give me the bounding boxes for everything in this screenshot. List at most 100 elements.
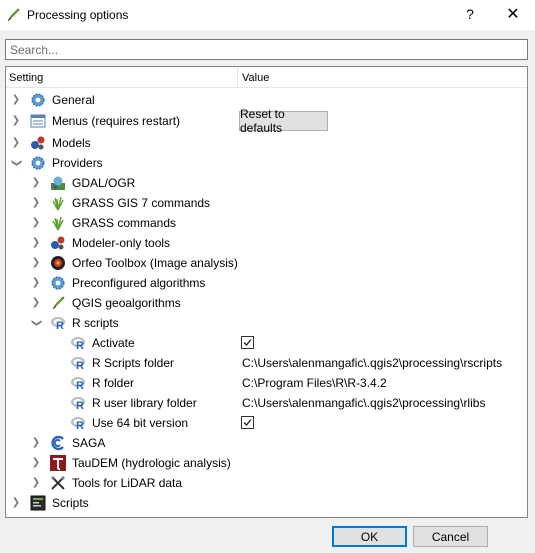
tree-item-preconfigured[interactable]: ❯ Preconfigured algorithms (6, 273, 527, 293)
svg-text:R: R (76, 380, 84, 391)
setting-use-64-bit[interactable]: R Use 64 bit version (6, 413, 527, 433)
qgis-icon (52, 296, 65, 310)
activate-checkbox[interactable] (241, 336, 254, 349)
r-icon: R (51, 317, 65, 331)
setting-activate[interactable]: R Activate (6, 333, 527, 353)
setting-label: R Scripts folder (92, 356, 175, 370)
chevron-right-icon[interactable]: ❯ (31, 457, 41, 469)
search-input[interactable] (5, 39, 528, 60)
setting-r-scripts-folder[interactable]: R R Scripts folder C:\Users\alenmangafic… (6, 353, 527, 373)
gear-icon (31, 156, 45, 170)
tree-item-label: Modeler-only tools (72, 236, 171, 250)
cancel-button[interactable]: Cancel (413, 526, 488, 547)
tree-item-label: GRASS commands (72, 216, 177, 230)
setting-r-folder[interactable]: R R folder C:\Program Files\R\R-3.4.2 (6, 373, 527, 393)
r-icon: R (71, 417, 85, 431)
tree-item-taudem[interactable]: ❯ TauDEM (hydrologic analysis) (6, 453, 527, 473)
setting-label: R folder (92, 376, 135, 390)
chevron-right-icon[interactable]: ❯ (31, 437, 41, 449)
r-icon: R (71, 377, 85, 391)
chevron-right-icon[interactable]: ❯ (31, 257, 41, 269)
grass-icon (52, 196, 64, 211)
models-icon (51, 236, 65, 250)
window-title: Processing options (27, 8, 129, 22)
svg-text:R: R (76, 400, 84, 411)
chevron-right-icon[interactable]: ❯ (31, 197, 41, 209)
tree-item-grass7[interactable]: ❯ GRASS GIS 7 commands (6, 193, 527, 213)
tree-item-grass[interactable]: ❯ GRASS commands (6, 213, 527, 233)
tree-item-label: Models (52, 136, 91, 150)
tree-item-qgis[interactable]: ❯ QGIS geoalgorithms (6, 293, 527, 313)
tree-item-label: General (52, 93, 95, 107)
tree-item-label: GRASS GIS 7 commands (72, 196, 211, 210)
use-64-bit-checkbox[interactable] (241, 416, 254, 429)
setting-label: Use 64 bit version (92, 416, 189, 430)
chevron-right-icon[interactable]: ❯ (31, 217, 41, 229)
tree-item-label: Menus (requires restart) (52, 114, 181, 128)
saga-icon (51, 435, 64, 451)
header-value[interactable]: Value (242, 72, 269, 84)
chevron-right-icon[interactable]: ❯ (11, 137, 21, 149)
r-icon: R (71, 337, 85, 351)
chevron-right-icon[interactable]: ❯ (31, 277, 41, 289)
svg-text:R: R (76, 360, 84, 371)
chevron-down-icon[interactable]: ❯ (10, 158, 22, 168)
qgis-pen-icon (7, 8, 20, 22)
chevron-right-icon[interactable]: ❯ (31, 297, 41, 309)
tree-item-menus[interactable]: ❯ Menus (requires restart) Reset to defa… (6, 107, 527, 135)
chevron-right-icon[interactable]: ❯ (11, 115, 21, 127)
r-icon: R (71, 397, 85, 411)
ok-button[interactable]: OK (332, 526, 407, 547)
chevron-right-icon[interactable]: ❯ (11, 497, 21, 509)
svg-text:R: R (76, 340, 84, 351)
tree-item-label: Scripts (52, 496, 89, 510)
gear-icon (51, 276, 65, 290)
chevron-down-icon[interactable]: ❯ (30, 318, 42, 328)
grass-icon (52, 216, 64, 231)
models-icon (31, 136, 45, 150)
tree-item-label: Providers (52, 156, 103, 170)
tree-item-label: Tools for LiDAR data (72, 476, 183, 490)
setting-r-user-library-folder[interactable]: R R user library folder C:\Users\alenman… (6, 393, 527, 413)
tree-item-orfeo[interactable]: ❯ Orfeo Toolbox (Image analysis) (6, 253, 527, 273)
otb-icon (51, 256, 65, 270)
tree-item-label: GDAL/OGR (72, 176, 136, 190)
tree-item-label: TauDEM (hydrologic analysis) (72, 456, 231, 470)
tree-item-providers[interactable]: ❯ Providers (6, 153, 527, 173)
tree-item-gdal-ogr[interactable]: ❯ GDAL/OGR (6, 173, 527, 193)
setting-value[interactable]: C:\Users\alenmangafic\.qgis2\processing\… (242, 396, 485, 410)
setting-value[interactable]: C:\Program Files\R\R-3.4.2 (242, 376, 387, 390)
tree-item-label: Preconfigured algorithms (72, 276, 206, 290)
chevron-right-icon[interactable]: ❯ (31, 177, 41, 189)
svg-text:R: R (76, 420, 84, 431)
tree-item-modeler-only[interactable]: ❯ Modeler-only tools (6, 233, 527, 253)
gdal-icon (51, 176, 65, 190)
gear-icon (31, 93, 45, 107)
setting-label: R user library folder (92, 396, 197, 410)
setting-value[interactable]: C:\Users\alenmangafic\.qgis2\processing\… (242, 356, 502, 370)
tree-item-r-scripts[interactable]: ❯ R R scripts (6, 313, 527, 333)
chevron-right-icon[interactable]: ❯ (11, 94, 21, 106)
tree-item-scripts[interactable]: ❯ Scripts (6, 493, 527, 513)
svg-text:R: R (56, 320, 64, 331)
tree-item-saga[interactable]: ❯ SAGA (6, 433, 527, 453)
title-bar: Processing options ? ✕ (0, 0, 535, 30)
reset-to-defaults-button[interactable]: Reset to defaults (239, 107, 328, 135)
tree-header: Setting Value (6, 67, 527, 88)
tree-item-models[interactable]: ❯ Models (6, 133, 527, 153)
close-button[interactable]: ✕ (505, 4, 521, 24)
settings-tree[interactable]: Setting Value ❯ General ❯ Menus (require… (5, 66, 528, 518)
tree-item-lidar[interactable]: ❯ Tools for LiDAR data (6, 473, 527, 493)
tree-item-label: QGIS geoalgorithms (72, 296, 181, 310)
header-setting[interactable]: Setting (9, 72, 43, 84)
help-button[interactable]: ? (463, 6, 477, 22)
tree-item-label: R scripts (72, 316, 119, 330)
menu-icon (30, 114, 46, 128)
r-icon: R (71, 357, 85, 371)
terminal-icon (30, 495, 46, 511)
header-separator (237, 67, 238, 87)
chevron-right-icon[interactable]: ❯ (31, 477, 41, 489)
lidar-icon (51, 476, 65, 490)
chevron-right-icon[interactable]: ❯ (31, 237, 41, 249)
setting-label: Activate (92, 336, 135, 350)
